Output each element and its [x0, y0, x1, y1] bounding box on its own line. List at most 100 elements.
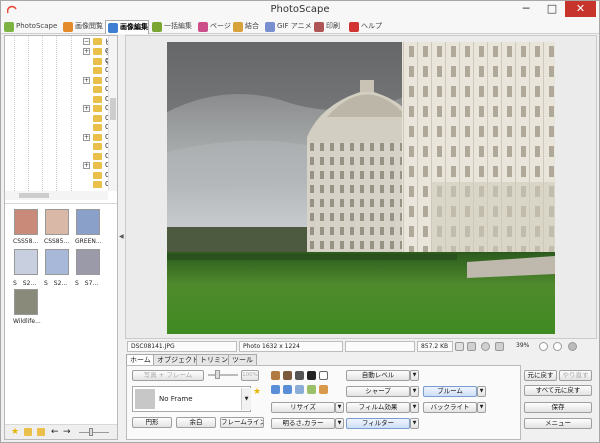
thumbnail-size-knob[interactable]	[89, 428, 93, 436]
tree-vertical-scrollbar[interactable]	[108, 36, 117, 191]
zoom-out-icon[interactable]	[553, 342, 562, 351]
favorite-star-icon[interactable]: ★	[11, 428, 19, 437]
tab-7[interactable]: 印刷	[312, 20, 346, 34]
zoom-in-icon[interactable]	[539, 342, 548, 351]
crop-icon[interactable]	[319, 385, 328, 394]
tree-folder[interactable]: 0	[73, 171, 113, 181]
close-button[interactable]: ✕	[565, 1, 596, 17]
save-button[interactable]: 保存	[524, 402, 592, 413]
favorite-frame-star-icon[interactable]: ★	[253, 387, 261, 397]
resize-dropdown[interactable]: ▼	[335, 402, 344, 413]
transparency-grid-icon[interactable]	[455, 342, 464, 351]
auto-level-dropdown[interactable]: ▼	[410, 370, 419, 381]
mirror-icon[interactable]	[307, 385, 316, 394]
tree-folder[interactable]: 0	[73, 85, 113, 95]
back-arrow-icon[interactable]: ←	[51, 428, 59, 437]
tree-folder[interactable]: +0	[73, 104, 113, 114]
minimize-button[interactable]: ─	[513, 1, 539, 17]
photo-frame-button[interactable]: 写真 + フレーム	[132, 370, 204, 381]
menu-button[interactable]: メニュー	[524, 418, 592, 429]
tab-4[interactable]: ページ	[196, 20, 231, 34]
expand-icon[interactable]: +	[83, 76, 90, 84]
filter-dropdown[interactable]: ▼	[410, 418, 419, 429]
thumbnail[interactable]: CSS85...	[44, 209, 70, 246]
zoom-actual-icon[interactable]	[481, 342, 490, 351]
brightness-dropdown[interactable]: ▼	[335, 418, 344, 429]
tab-0[interactable]: PhotoScape	[2, 20, 60, 34]
redo-button[interactable]: やり直す	[559, 370, 592, 381]
sharpen-button[interactable]: シャープ	[346, 386, 410, 397]
thumbnail[interactable]: Wildlife...	[13, 289, 41, 326]
pane-collapse-arrow-icon[interactable]: ◀	[119, 233, 124, 240]
thumbnail[interactable]: GREEN...	[75, 209, 102, 246]
expand-icon[interactable]: +	[83, 105, 90, 112]
tab-1[interactable]: 画像閲覧	[61, 20, 104, 34]
filter-button[interactable]: フィルター	[346, 418, 410, 429]
tree-folder[interactable]: 0	[73, 57, 113, 67]
tree-horizontal-scrollbar[interactable]	[5, 191, 108, 200]
backlight-dropdown[interactable]: ▼	[477, 402, 486, 413]
round-button[interactable]: 円形	[132, 417, 172, 428]
margin-button[interactable]: 余白	[176, 417, 216, 428]
thumbnail[interactable]: S S7...	[75, 249, 101, 287]
frame-slider[interactable]	[208, 374, 238, 376]
panel-tab-3[interactable]: ツール	[228, 354, 257, 365]
expand-icon[interactable]: +	[83, 133, 90, 141]
zoom-fit-icon[interactable]	[495, 342, 504, 351]
bloom-button[interactable]: ブルーム	[423, 386, 477, 397]
chevron-down-icon[interactable]: ▼	[241, 388, 251, 410]
image-canvas[interactable]	[125, 35, 597, 339]
forward-arrow-icon[interactable]: →	[63, 428, 71, 437]
tree-folder[interactable]: +0	[73, 161, 113, 171]
open-folder-icon[interactable]	[37, 428, 45, 436]
tab-6[interactable]: GIF アニメ	[263, 20, 312, 34]
brightness-color-button[interactable]: 明るさ,カラー	[271, 418, 335, 429]
tab-2[interactable]: 画像編集	[105, 20, 149, 34]
tab-3[interactable]: 一括編集	[150, 20, 195, 34]
frame-slider-knob[interactable]	[215, 370, 220, 379]
undo-button[interactable]: 元に戻す	[524, 370, 557, 381]
tab-5[interactable]: 結合	[231, 20, 262, 34]
tone-invert-icon[interactable]	[319, 371, 328, 380]
tree-folder[interactable]: 0	[73, 152, 113, 162]
folder-up-icon[interactable]	[24, 428, 32, 436]
tree-folder[interactable]: +0	[73, 133, 113, 143]
frame-line-button[interactable]: フレームライン	[220, 417, 264, 428]
undo-all-button[interactable]: すべて元に戻す	[524, 385, 592, 396]
frame-select[interactable]: No Frame ▼	[132, 386, 251, 412]
tree-folder[interactable]: 0	[73, 142, 113, 152]
tone-brown-icon[interactable]	[271, 371, 280, 380]
flip-icon[interactable]	[295, 385, 304, 394]
tree-folder[interactable]: +0	[73, 47, 113, 57]
maximize-button[interactable]: □	[539, 1, 565, 17]
expand-icon[interactable]: +	[83, 162, 90, 169]
bloom-dropdown[interactable]: ▼	[477, 386, 486, 397]
tree-folder[interactable]: 0	[73, 180, 113, 190]
thumbnail[interactable]: S S2...	[44, 249, 70, 287]
tab-8[interactable]: ヘルプ	[347, 20, 385, 34]
rotate-left-icon[interactable]	[271, 385, 280, 394]
tree-folder[interactable]: −ピクチ	[73, 37, 113, 66]
tree-folder[interactable]: 0	[73, 66, 113, 76]
fit-window-icon[interactable]	[467, 342, 476, 351]
info-icon[interactable]	[568, 342, 577, 351]
thumbnail[interactable]: CSS58...	[13, 209, 39, 246]
thumbnail-size-slider[interactable]	[79, 432, 109, 433]
collapse-icon[interactable]: −	[83, 38, 90, 45]
resize-button[interactable]: リサイズ	[271, 402, 335, 413]
tree-folder[interactable]: 0	[73, 123, 113, 133]
sharpen-dropdown[interactable]: ▼	[410, 386, 419, 397]
tone-gray-icon[interactable]	[295, 371, 304, 380]
expand-icon[interactable]: +	[83, 48, 90, 55]
tree-folder[interactable]: 0	[73, 114, 113, 124]
backlight-button[interactable]: バックライト	[423, 402, 477, 413]
thumbnail[interactable]: S S2...	[13, 249, 39, 287]
tone-dark-icon[interactable]	[283, 371, 292, 380]
panel-tab-0[interactable]: ホーム	[126, 354, 155, 365]
rotate-right-icon[interactable]	[283, 385, 292, 394]
film-effect-button[interactable]: フィルム効果	[346, 402, 410, 413]
film-effect-dropdown[interactable]: ▼	[410, 402, 419, 413]
tree-folder[interactable]: +0	[73, 76, 113, 86]
auto-level-button[interactable]: 自動レベル	[346, 370, 410, 381]
tone-black-icon[interactable]	[307, 371, 316, 380]
